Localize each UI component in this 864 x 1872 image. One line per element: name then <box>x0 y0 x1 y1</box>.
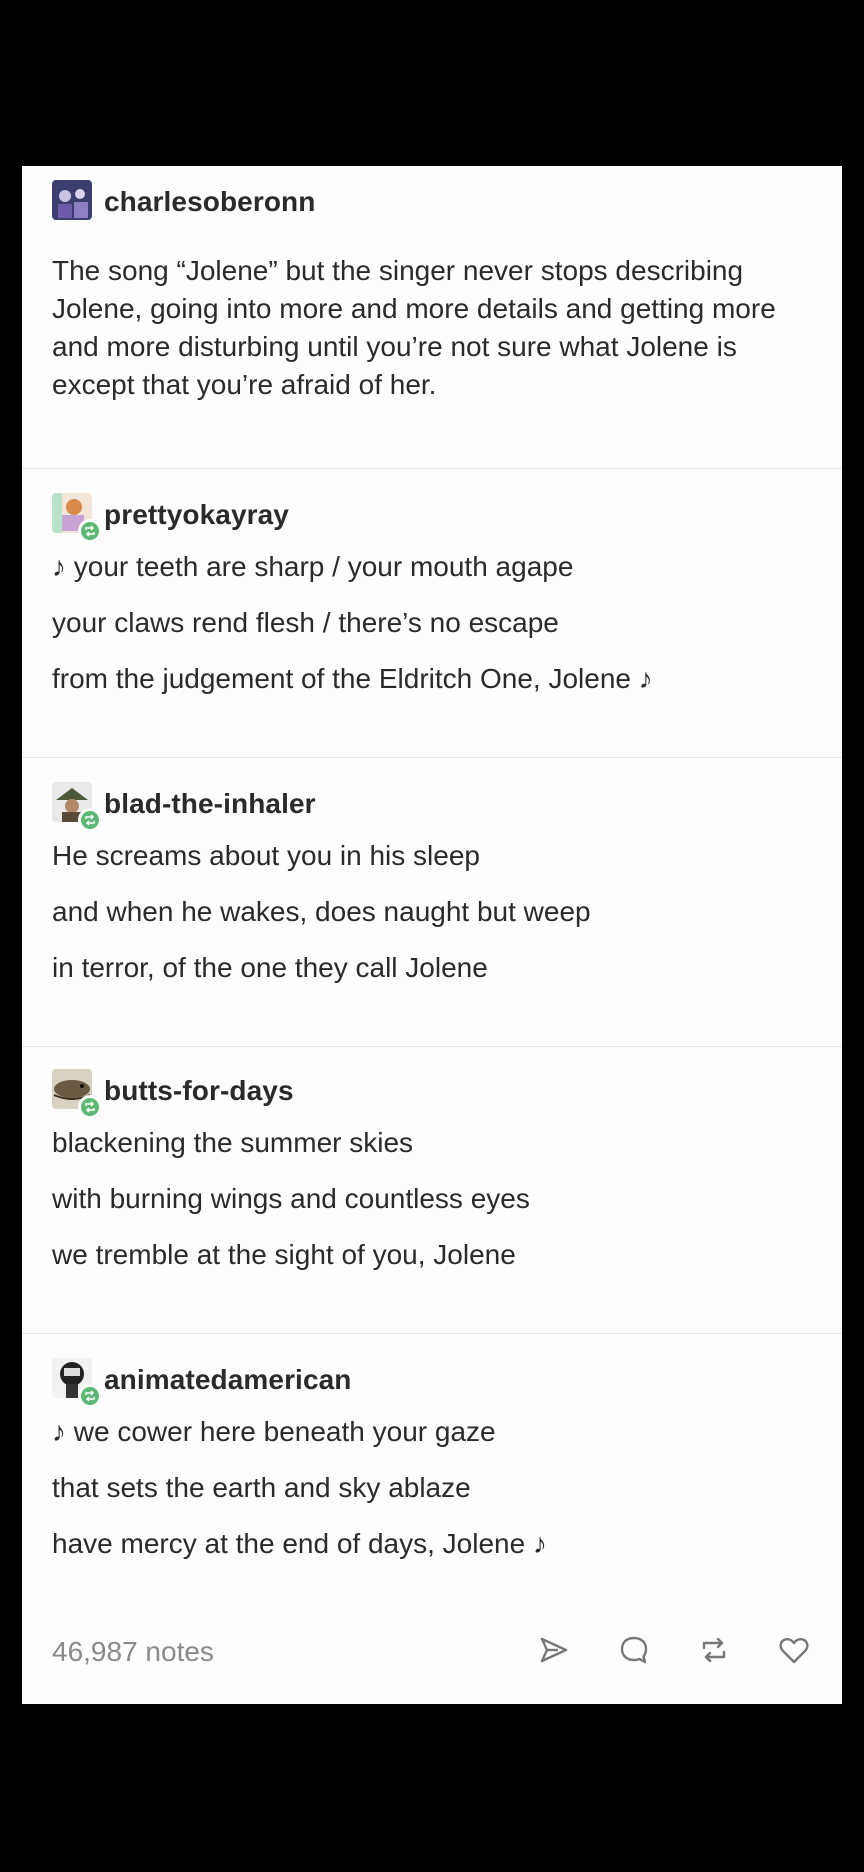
username[interactable]: prettyokayray <box>104 499 289 531</box>
avatar-image <box>52 180 92 220</box>
post-text: He screams about you in his sleep and wh… <box>52 828 822 996</box>
avatar[interactable] <box>52 1358 102 1408</box>
post-header: animatedamerican <box>52 1358 352 1408</box>
avatar[interactable] <box>52 493 102 543</box>
post-header: butts-for-days <box>52 1069 294 1119</box>
lyric-line: have mercy at the end of days, Jolene ♪ <box>52 1528 547 1559</box>
lyric-line: ♪ we cower here beneath your gaze <box>52 1416 496 1447</box>
lyric-line: that sets the earth and sky ablaze <box>52 1472 471 1503</box>
post-header: blad-the-inhaler <box>52 782 316 832</box>
post-footer: 46,987 notes <box>22 1622 842 1682</box>
notes-count[interactable]: 46,987 notes <box>52 1636 214 1668</box>
divider <box>22 757 842 758</box>
share-icon <box>540 1637 568 1663</box>
lyric-line: in terror, of the one they call Jolene <box>52 952 488 983</box>
avatar[interactable] <box>52 1069 102 1119</box>
reblog-button[interactable] <box>694 1630 734 1670</box>
reply-icon <box>620 1636 648 1664</box>
lyric-line: and when he wakes, does naught but weep <box>52 896 591 927</box>
avatar[interactable] <box>52 782 102 832</box>
divider <box>22 1333 842 1334</box>
post-card: charlesoberonn The song “Jolene” but the… <box>22 166 842 1704</box>
post-text: The song “Jolene” but the singer never s… <box>52 255 776 400</box>
lyric-line: from the judgement of the Eldritch One, … <box>52 663 653 694</box>
lyric-line: your claws rend flesh / there’s no escap… <box>52 607 559 638</box>
lyric-line: ♪ your teeth are sharp / your mouth agap… <box>52 551 574 582</box>
lyric-line: we tremble at the sight of you, Jolene <box>52 1239 516 1270</box>
avatar[interactable] <box>52 180 96 224</box>
lyric-line: with burning wings and countless eyes <box>52 1183 530 1214</box>
post-header: prettyokayray <box>52 493 289 543</box>
username[interactable]: butts-for-days <box>104 1075 294 1107</box>
username[interactable]: animatedamerican <box>104 1364 352 1396</box>
post-text: ♪ we cower here beneath your gaze that s… <box>52 1404 822 1572</box>
divider <box>22 468 842 469</box>
lyric-line: He screams about you in his sleep <box>52 840 480 871</box>
reblog-icon <box>702 1637 726 1663</box>
username[interactable]: charlesoberonn <box>104 186 315 218</box>
lyric-line: blackening the summer skies <box>52 1127 414 1158</box>
divider <box>22 1046 842 1047</box>
reply-button[interactable] <box>614 1630 654 1670</box>
post-text: blackening the summer skies with burning… <box>52 1115 822 1283</box>
post-text: ♪ your teeth are sharp / your mouth agap… <box>52 539 822 707</box>
username[interactable]: blad-the-inhaler <box>104 788 316 820</box>
post-actions <box>534 1630 814 1670</box>
like-button[interactable] <box>774 1630 814 1670</box>
like-icon <box>779 1638 809 1664</box>
post-header: charlesoberonn <box>52 180 315 224</box>
share-button[interactable] <box>534 1630 574 1670</box>
